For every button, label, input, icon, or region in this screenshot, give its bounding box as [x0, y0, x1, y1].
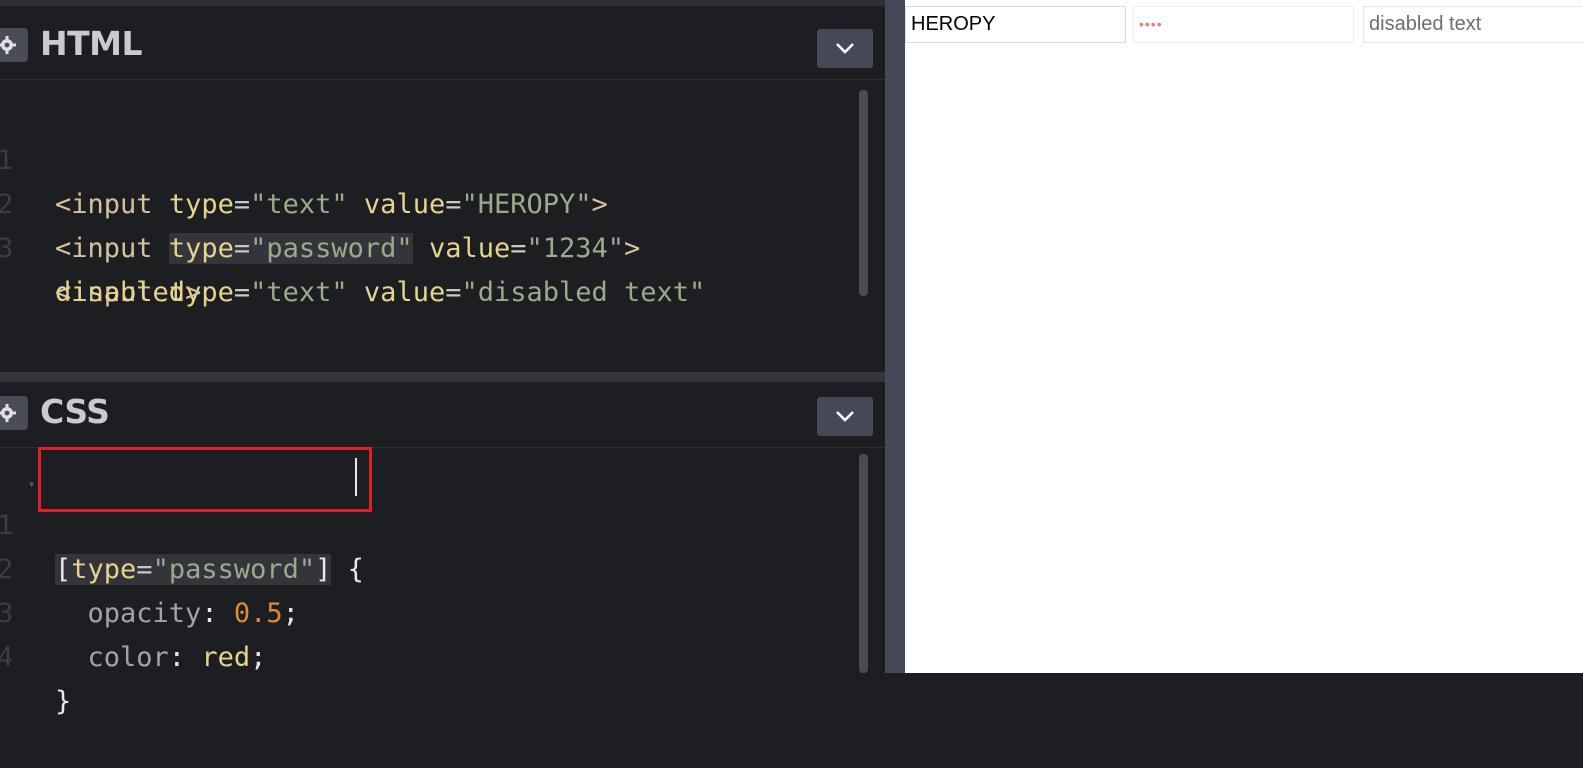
token: = [510, 233, 527, 264]
preview-text-input[interactable]: HEROPY [905, 6, 1126, 43]
code-line: 3 <input type="text" value="disabled tex… [0, 183, 705, 308]
preview-password-input[interactable]: •••• [1133, 6, 1354, 43]
token: = [445, 277, 462, 308]
token: "password" [250, 233, 413, 264]
html-panel-title: HTML [40, 24, 143, 63]
token: ; [250, 642, 267, 673]
chevron-down-icon [836, 411, 854, 422]
chevron-down-icon [836, 43, 854, 54]
editor-column: HTML 1 <input type="text" value="HEROPY"… [0, 6, 885, 717]
token: = [233, 277, 251, 308]
pane-divider[interactable] [885, 0, 905, 673]
token: "text" [250, 277, 348, 308]
html-scrollbar[interactable] [859, 90, 868, 296]
css-scrollbar[interactable] [859, 454, 868, 673]
token: = [233, 189, 251, 220]
html-collapse-button[interactable] [817, 29, 873, 68]
token: "text" [250, 189, 348, 220]
token: opacity [87, 598, 202, 629]
token: "HEROPY" [461, 189, 592, 220]
fold-arrow-icon[interactable]: ▾ [28, 477, 35, 491]
token: > [591, 189, 608, 220]
token: ; [282, 598, 299, 629]
token: "disabled text" [461, 277, 706, 308]
css-collapse-button[interactable] [817, 397, 873, 436]
text-cursor [355, 458, 357, 496]
css-panel-title: CSS [40, 392, 110, 431]
token: value [363, 189, 446, 220]
highlight-box [38, 447, 372, 512]
token: = [233, 233, 251, 264]
token: > [185, 277, 202, 308]
token: } [55, 686, 72, 717]
token: > [624, 233, 641, 264]
token: 0.5 [233, 598, 283, 629]
preview-disabled-input: disabled text [1363, 6, 1583, 43]
token: : [168, 642, 186, 673]
code-line: 4 } [0, 592, 98, 717]
token: value [363, 277, 446, 308]
token: type [168, 189, 234, 220]
token: { [347, 554, 364, 585]
gear-icon[interactable] [0, 28, 28, 62]
code-line: 1 <input type="text" value="HEROPY"> [0, 95, 608, 220]
token: = [445, 189, 462, 220]
line-number: 4 [0, 642, 14, 673]
code-line: 3 color: red; [0, 548, 266, 673]
html-panel-header: HTML [0, 14, 885, 80]
gear-icon[interactable] [0, 396, 28, 430]
panel-resize-handle[interactable] [0, 372, 885, 382]
token: : [201, 598, 218, 629]
code-line: 2 <input type="password" value="1234"> [0, 139, 640, 264]
token: "password" [152, 554, 316, 585]
token: ] [315, 554, 332, 585]
css-panel-header: CSS [0, 382, 885, 448]
token: type [168, 233, 234, 264]
token: = [136, 554, 153, 585]
code-line-wrapped: disabled> [0, 227, 201, 308]
token: "1234" [526, 233, 625, 264]
html-editor-panel: HTML 1 <input type="text" value="HEROPY"… [0, 14, 885, 380]
token: red [201, 642, 251, 673]
token: color [87, 642, 169, 673]
result-preview: HEROPY •••• disabled text [905, 0, 1583, 673]
token: disabled [55, 277, 186, 308]
token: value [428, 233, 511, 264]
